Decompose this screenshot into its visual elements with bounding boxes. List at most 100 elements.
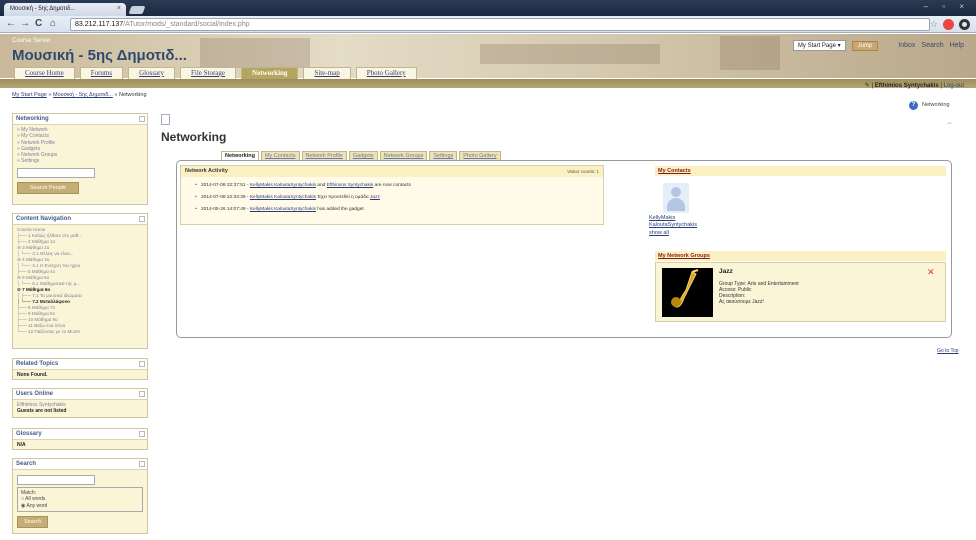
tab-close-icon[interactable]: ×	[117, 5, 121, 12]
breadcrumb-course[interactable]: Μουσική - 5ης Δημοτιδ...	[53, 92, 113, 98]
start-page-select[interactable]: My Start Page ▾	[792, 40, 846, 51]
inbox-link[interactable]: Inbox	[898, 42, 915, 49]
activity-user-link[interactable]: Efthimios Syntychakis	[327, 183, 374, 188]
activity-user-link[interactable]: KellyMakis KaloutaSyntychakis	[250, 183, 316, 188]
people-search-input[interactable]	[17, 167, 95, 178]
content-nav-label: 6.1 Μαθηματικά της μ...	[32, 281, 81, 286]
activity-item: 2014-07-08 22:37:51 - KellyMakis Kalouta…	[195, 183, 595, 188]
users-online-title: Users Online	[13, 389, 147, 400]
tab-site-map[interactable]: Site-map	[303, 67, 351, 79]
url-path: /ATutor/mods/_standard/social/index.php	[123, 21, 250, 28]
content-nav-label: 11 Βάζω ένα ύπνο	[28, 323, 66, 328]
my-contacts-header[interactable]: My Contacts	[655, 166, 946, 176]
activity-user-link[interactable]: KellyMakis KaloutaSyntychakis	[250, 207, 316, 212]
content-nav-label: 4.1 Η Εντεχνη του ήχου	[32, 263, 81, 268]
saxophone-icon	[671, 269, 699, 308]
content-nav-label: 7.1 Τα μουσικά ιδιώματα	[32, 293, 82, 298]
activity-user-link[interactable]: KellyMakis KaloutaSyntychakis	[250, 195, 316, 200]
extension-icon[interactable]	[943, 19, 954, 30]
jump-button[interactable]: Jump	[851, 40, 879, 51]
address-bar[interactable]: 83.212.117.137/ATutor/mods/_standard/soc…	[70, 18, 930, 31]
contact-avatar[interactable]	[663, 183, 689, 213]
users-online-heading: Users Online	[16, 391, 54, 397]
related-title: Related Topics	[13, 359, 147, 370]
tab-title: Μουσική - 5ης Δημοτιδ...	[10, 6, 76, 12]
new-tab-button[interactable]	[128, 6, 146, 14]
breadcrumb-current: Networking	[119, 92, 147, 98]
page-title: Networking	[161, 130, 227, 144]
sidebar-item-label: Network Profile	[21, 139, 56, 146]
tab-course-home[interactable]: Course Home	[14, 67, 75, 79]
search-input[interactable]	[17, 475, 95, 485]
activity-group-link[interactable]: Jazz	[370, 195, 380, 200]
search-heading: Search	[16, 461, 37, 467]
search-link[interactable]: Search	[921, 42, 943, 49]
users-online-body: Efthimios Syntychakis Guests are not lis…	[13, 400, 147, 417]
forward-arrow-icon[interactable]: →	[20, 18, 30, 30]
content-nav-label: 12 Παίζοντας με το Muzer	[28, 329, 81, 334]
breadcrumb-separator: »	[114, 92, 118, 98]
group-name[interactable]: Jazz	[719, 268, 733, 275]
search-people-button[interactable]: Search People	[17, 181, 80, 195]
contact-surname-link[interactable]: KaloutaSyntychakis	[649, 222, 697, 228]
related-heading: Related Topics	[16, 361, 59, 367]
search-button[interactable]: Search	[17, 515, 49, 529]
window-controls[interactable]: – ▫ ×	[924, 2, 970, 11]
my-contacts-body	[655, 176, 946, 243]
tab-glossary[interactable]: Glossary	[128, 67, 175, 79]
home-icon[interactable]: ⌂	[50, 18, 56, 30]
activity-time: 2014-05-26 14:07:49 -	[201, 207, 249, 212]
extension-ring-icon[interactable]	[959, 19, 970, 30]
toggle-sidebar-icon[interactable]: ⇔	[946, 120, 953, 127]
help-link[interactable]: Help	[950, 42, 964, 49]
remove-group-icon[interactable]: ✕	[927, 267, 935, 278]
tab-photo-gallery[interactable]: Photo Gallery	[355, 67, 417, 79]
header-building-graphic	[720, 36, 780, 70]
server-label: Course Server	[12, 38, 51, 44]
bookmark-star-icon[interactable]: ☆	[930, 19, 938, 30]
collapse-icon[interactable]	[139, 431, 145, 437]
contact-name-link[interactable]: KellyMakis	[649, 215, 675, 221]
collapse-icon[interactable]	[139, 216, 145, 222]
my-network-groups-header[interactable]: My Network Groups	[655, 251, 946, 261]
header-subbar	[0, 79, 976, 88]
print-icon[interactable]	[161, 114, 170, 125]
go-to-top-link[interactable]: Go to Top	[937, 348, 959, 354]
browser-tab[interactable]: Μουσική - 5ης Δημοτιδ... ×	[4, 3, 126, 16]
browser-titlebar: Μουσική - 5ης Δημοτιδ... × – ▫ ×	[0, 0, 976, 16]
activity-text: are now contacts	[374, 183, 411, 188]
search-body: Match: ○ All words ◉ Any word Search	[13, 470, 147, 530]
content-nav-item[interactable]: └── 12 Παίζοντας με το Muzer	[17, 329, 143, 335]
avatar-head	[671, 187, 681, 197]
content-nav-label: 3 Μάθημα 2ο	[22, 245, 50, 250]
sidebar-item-settings[interactable]: » Settings	[17, 158, 143, 164]
sidebar-content-nav-box: Content Navigation Course Home ├── 1 Καλ…	[12, 213, 148, 349]
sidebar-networking-title: Networking	[13, 114, 147, 125]
collapse-icon[interactable]	[139, 361, 145, 367]
network-activity-header: Network Activity Visitor counts: 1	[181, 166, 603, 177]
reload-icon[interactable]: C	[35, 18, 42, 30]
help-label[interactable]: Networking	[922, 102, 950, 108]
group-description: Ας ακούσουμε Jazz!	[719, 299, 764, 305]
help-icon[interactable]: ?	[909, 101, 918, 110]
sidebar-glossary-box: Glossary N/A	[12, 428, 148, 450]
edit-pencil-icon[interactable]: ✎	[865, 83, 870, 89]
breadcrumb: My Start Page » Μουσική - 5ης Δημοτιδ...…	[12, 92, 147, 98]
back-arrow-icon[interactable]: ←	[6, 18, 16, 30]
collapse-icon[interactable]	[139, 116, 145, 122]
tab-forums[interactable]: Forums	[79, 67, 124, 79]
user-name[interactable]: Efthimios Syntychakis	[875, 83, 939, 89]
sidebar-item-label: Settings	[21, 158, 40, 165]
collapse-icon[interactable]	[139, 391, 145, 397]
tab-networking[interactable]: Networking	[241, 67, 299, 79]
show-all-link[interactable]: show all	[649, 230, 669, 236]
logout-link[interactable]: Log-out	[944, 83, 964, 89]
tab-file-storage[interactable]: File Storage	[180, 67, 237, 79]
group-image-saxophone[interactable]	[662, 268, 713, 317]
course-title[interactable]: Μουσική - 5ης Δημοτιδ...	[12, 47, 187, 64]
glossary-value: N/A	[17, 442, 26, 448]
any-word-label: Any word	[26, 502, 48, 509]
collapse-icon[interactable]	[139, 461, 145, 467]
breadcrumb-start-page[interactable]: My Start Page	[12, 92, 47, 98]
any-word-radio[interactable]: ◉ Any word	[21, 503, 139, 509]
